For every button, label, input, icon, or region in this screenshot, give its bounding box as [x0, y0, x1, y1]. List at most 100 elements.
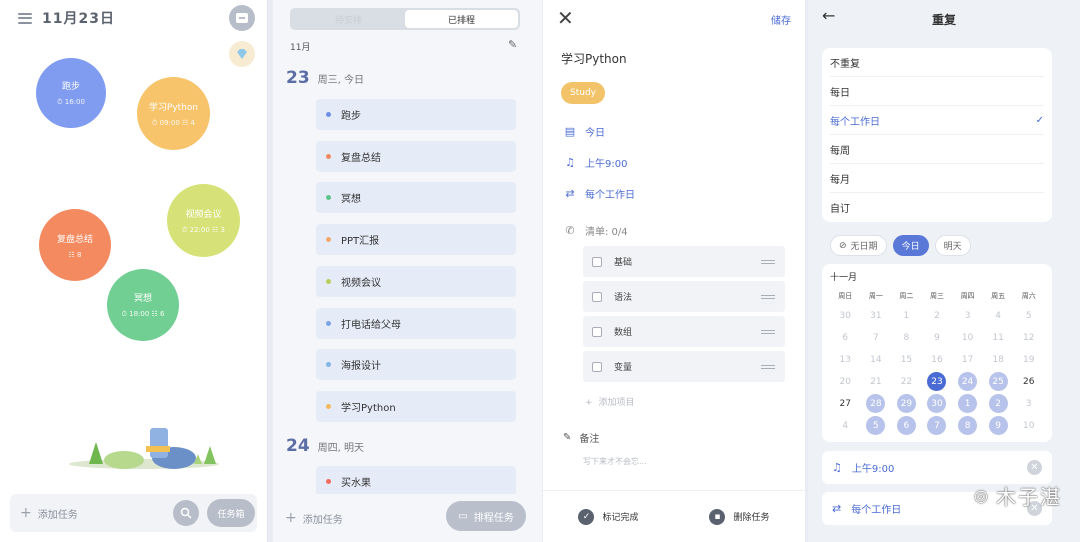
calendar-day[interactable]: 3 [1013, 394, 1044, 413]
task-item[interactable]: 视频会议 [316, 265, 516, 297]
calendar-day[interactable]: 30 [830, 306, 861, 325]
calendar-day[interactable]: 7 [922, 416, 953, 435]
calendar-day[interactable]: 6 [830, 328, 861, 347]
date-pill[interactable]: 明天 [934, 235, 971, 256]
calendar-day[interactable]: 10 [1013, 416, 1044, 435]
calendar-day[interactable]: 1 [952, 394, 983, 413]
calendar-day[interactable]: 30 [922, 394, 953, 413]
calendar-day[interactable]: 4 [830, 416, 861, 435]
task-item[interactable]: 跑步 [316, 99, 516, 130]
checklist-item[interactable]: 基础 [583, 246, 785, 277]
remove-icon[interactable]: ✕ [1027, 460, 1042, 475]
save-button[interactable]: 储存 [771, 12, 791, 27]
edit-icon[interactable]: ✎ [508, 38, 517, 51]
task-bubble[interactable]: 跑步 ⏱ 16:00 [36, 58, 106, 128]
repeat-option[interactable]: 自订 [830, 193, 1044, 222]
checklist-item[interactable]: 语法 [583, 281, 785, 312]
note-input[interactable]: 写下来才不会忘... [583, 456, 647, 467]
mark-done-button[interactable]: ✓ 标记完成 [578, 508, 639, 525]
calendar-day[interactable]: 12 [1013, 328, 1044, 347]
calendar-day[interactable]: 11 [983, 328, 1014, 347]
repeat-option[interactable]: 每个工作日 ✓ [830, 106, 1044, 135]
calendar-day[interactable]: 1 [891, 306, 922, 325]
task-item[interactable]: 冥想 [316, 182, 516, 214]
checkbox[interactable] [592, 326, 602, 337]
repeat-option[interactable]: 每周 [830, 135, 1044, 164]
calendar-day[interactable]: 2 [983, 394, 1014, 413]
calendar-day[interactable]: 21 [861, 372, 892, 391]
repeat-option[interactable]: 每日 [830, 77, 1044, 106]
calendar-day[interactable]: 2 [922, 306, 953, 325]
repeat-option[interactable]: 不重复 [830, 48, 1044, 77]
calendar-day[interactable]: 8 [952, 416, 983, 435]
calendar-day[interactable]: 9 [983, 416, 1014, 435]
calendar-day[interactable]: 3 [952, 306, 983, 325]
calendar-day[interactable]: 15 [891, 350, 922, 369]
repeat-option[interactable]: 每月 [830, 164, 1044, 193]
add-task-bar[interactable]: + 添加任务 ▭ 排程任务 [273, 494, 542, 542]
calendar-day[interactable]: 8 [891, 328, 922, 347]
tag-badge[interactable]: Study [561, 82, 605, 104]
repeat-row[interactable]: ⇄ 每个工作日 [563, 186, 635, 201]
date-pill[interactable]: 今日 [892, 235, 929, 256]
menu-icon[interactable] [18, 12, 32, 24]
calendar-day[interactable]: 16 [922, 350, 953, 369]
task-item[interactable]: 学习Python [316, 390, 516, 422]
calendar-day[interactable]: 13 [830, 350, 861, 369]
reminder-row[interactable]: ♫ 上午9:00 [563, 155, 627, 170]
calendar-day[interactable]: 20 [830, 372, 861, 391]
calendar-day[interactable]: 6 [891, 416, 922, 435]
add-item-button[interactable]: + 添加项目 [585, 395, 635, 408]
calendar-day[interactable]: 25 [983, 372, 1014, 391]
task-title[interactable]: 学习Python [561, 50, 627, 67]
date-row[interactable]: ▤ 今日 [563, 124, 605, 139]
calendar-day[interactable]: 14 [861, 350, 892, 369]
search-icon[interactable] [173, 500, 199, 526]
calendar-day[interactable]: 9 [922, 328, 953, 347]
task-item[interactable]: 复盘总结 [316, 140, 516, 172]
delete-task-button[interactable]: ▪ 删除任务 [709, 508, 770, 525]
drag-handle-icon[interactable] [761, 258, 775, 266]
calendar-day[interactable]: 5 [1013, 306, 1044, 325]
task-bubble[interactable]: 学习Python ⏱ 09:00 ☷ 4 [137, 77, 210, 150]
close-icon[interactable]: ✕ [557, 6, 574, 30]
tab-unscheduled[interactable]: 待安排 [292, 10, 405, 28]
calendar-day[interactable]: 26 [1013, 372, 1044, 391]
task-item[interactable]: 打电话给父母 [316, 307, 516, 339]
task-item[interactable]: 海报设计 [316, 349, 516, 381]
task-item[interactable]: PPT汇报 [316, 224, 516, 256]
add-task-bar[interactable]: + 添加任务 任务箱 [10, 494, 257, 532]
tab-scheduled[interactable]: 已排程 [405, 10, 518, 28]
calendar-day[interactable]: 10 [952, 328, 983, 347]
calendar-day[interactable]: 22 [891, 372, 922, 391]
calendar-day[interactable]: 31 [861, 306, 892, 325]
calendar-day[interactable]: 28 [861, 394, 892, 413]
checkbox[interactable] [592, 256, 602, 267]
calendar-day[interactable]: 29 [891, 394, 922, 413]
calendar-day[interactable]: 24 [952, 372, 983, 391]
checkbox[interactable] [592, 361, 602, 372]
calendar-day[interactable]: 27 [830, 394, 861, 413]
inbox-icon[interactable] [229, 5, 255, 31]
task-bubble[interactable]: 视频会议 ⏱ 22:00 ☷ 3 [167, 184, 240, 257]
drag-handle-icon[interactable] [761, 328, 775, 336]
checklist-item[interactable]: 数组 [583, 316, 785, 347]
schedule-task-button[interactable]: ▭ 排程任务 [446, 501, 526, 531]
calendar-day[interactable]: 18 [983, 350, 1014, 369]
task-item[interactable]: 买水果 [316, 466, 516, 497]
gem-icon[interactable] [229, 41, 255, 67]
task-box-button[interactable]: 任务箱 [207, 499, 255, 527]
drag-handle-icon[interactable] [761, 363, 775, 371]
calendar-day[interactable]: 19 [1013, 350, 1044, 369]
drag-handle-icon[interactable] [761, 293, 775, 301]
task-bubble[interactable]: 复盘总结 ☷ 8 [39, 209, 111, 281]
calendar-day[interactable]: 5 [861, 416, 892, 435]
calendar-day[interactable]: 17 [952, 350, 983, 369]
date-pill[interactable]: ⊘ 无日期 [830, 235, 887, 256]
calendar-day[interactable]: 23 [922, 372, 953, 391]
task-bubble[interactable]: 冥想 ⏱ 18:00 ☷ 6 [107, 269, 179, 341]
checkbox[interactable] [592, 291, 602, 302]
reminder-row[interactable]: ♫ 上午9:00 ✕ [822, 451, 1052, 484]
checklist-item[interactable]: 变量 [583, 351, 785, 382]
calendar-day[interactable]: 4 [983, 306, 1014, 325]
